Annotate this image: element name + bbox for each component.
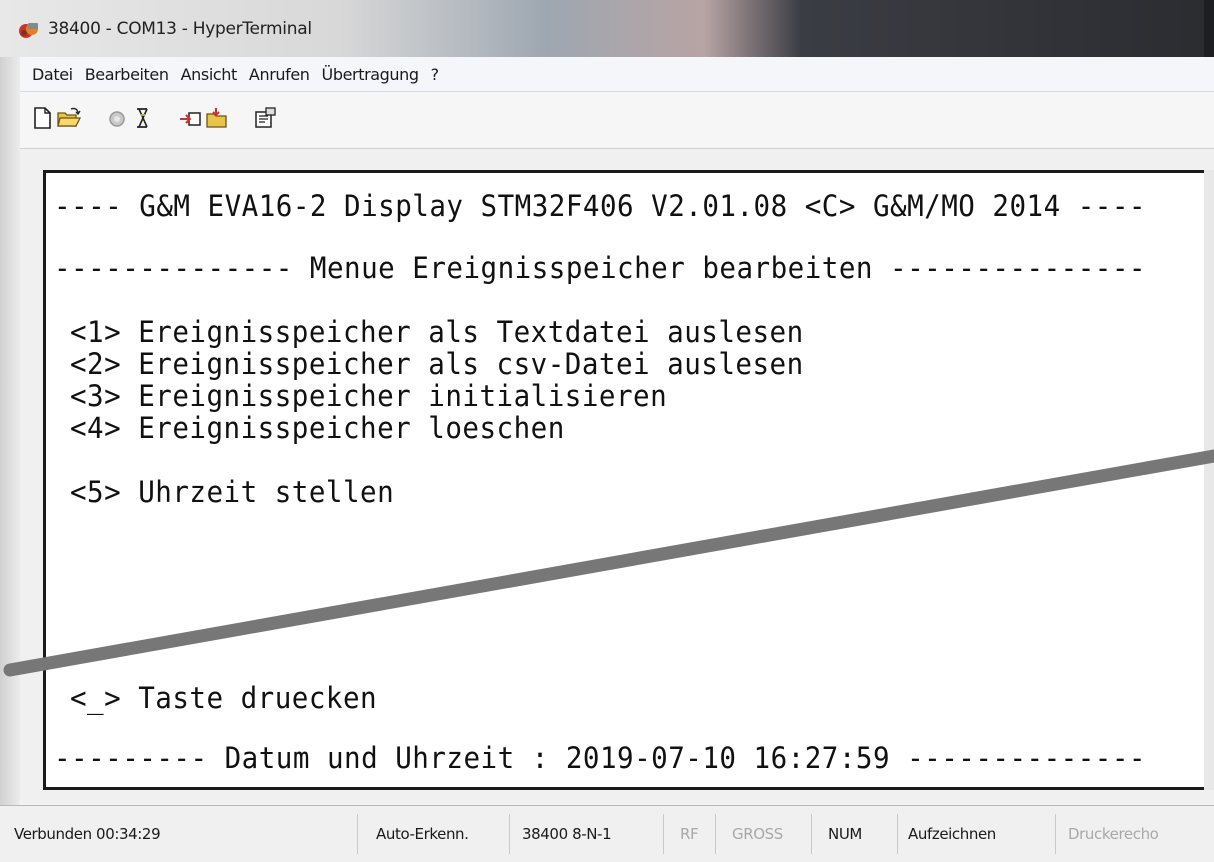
menu-bar: Datei Bearbeiten Ansicht Anrufen Übertra… [20, 57, 1214, 92]
window-left-edge [0, 57, 20, 861]
status-scroll-indicator: RF [666, 814, 716, 854]
menu-bearbeiten[interactable]: Bearbeiten [85, 65, 169, 84]
terminal-menu-title: -------------- Menue Ereignisspeicher be… [54, 251, 1146, 285]
terminal-screen[interactable]: ---- G&M EVA16-2 Display STM32F406 V2.01… [43, 170, 1214, 790]
status-capture: Aufzeichnen [900, 814, 1056, 854]
properties-icon[interactable] [252, 106, 278, 130]
terminal-prompt: <_> Taste druecken [70, 681, 378, 715]
disconnect-icon[interactable] [130, 106, 156, 130]
terminal-header-line: ---- G&M EVA16-2 Display STM32F406 V2.01… [54, 189, 1146, 223]
new-document-icon[interactable] [30, 106, 56, 130]
title-bar[interactable]: 38400 - COM13 - HyperTerminal [0, 0, 1214, 57]
terminal-option-3: <3> Ereignisspeicher initialisieren [70, 379, 668, 413]
toolbar [20, 92, 1214, 149]
menu-ansicht[interactable]: Ansicht [181, 65, 238, 84]
status-auto-detect: Auto-Erkenn. [362, 814, 510, 854]
terminal-datetime-line: --------- Datum und Uhrzeit : 2019-07-10… [54, 741, 1146, 775]
status-print-echo: Druckerecho [1068, 825, 1159, 843]
status-caps-indicator: GROSS [718, 814, 812, 854]
terminal-scroll-edge [1204, 170, 1214, 790]
phone-icon[interactable] [104, 106, 130, 130]
menu-help[interactable]: ? [431, 65, 439, 84]
status-bar: Verbunden 00:34:29 Auto-Erkenn. 38400 8-… [0, 805, 1214, 862]
open-folder-icon[interactable] [56, 106, 82, 130]
status-num-indicator: NUM [814, 814, 898, 854]
status-connection: Verbunden 00:34:29 [8, 814, 358, 854]
menu-uebertragung[interactable]: Übertragung [322, 65, 420, 84]
send-icon[interactable] [178, 106, 204, 130]
receive-icon[interactable] [204, 106, 230, 130]
terminal-option-2: <2> Ereignisspeicher als csv-Datei ausle… [70, 347, 804, 381]
hyperterminal-window: 38400 - COM13 - HyperTerminal Datei Bear… [0, 0, 1214, 862]
window-title: 38400 - COM13 - HyperTerminal [48, 19, 312, 39]
menu-anrufen[interactable]: Anrufen [249, 65, 310, 84]
title-bar-edge [1204, 0, 1214, 57]
hyperterminal-app-icon [19, 23, 38, 38]
terminal-option-1: <1> Ereignisspeicher als Textdatei ausle… [70, 315, 804, 349]
menu-datei[interactable]: Datei [32, 65, 73, 84]
terminal-option-4: <4> Ereignisspeicher loeschen [70, 411, 565, 445]
status-port-settings: 38400 8-N-1 [512, 814, 664, 854]
terminal-option-5: <5> Uhrzeit stellen [70, 475, 395, 509]
